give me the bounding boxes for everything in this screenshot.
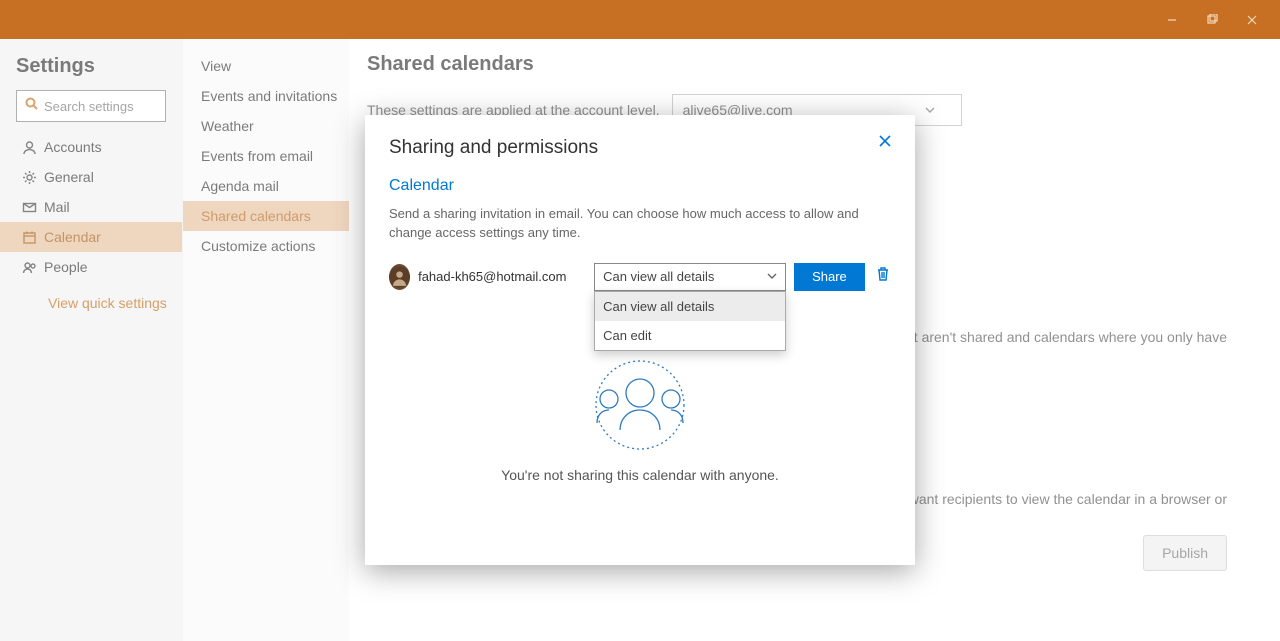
share-button[interactable]: Share <box>794 263 865 291</box>
trash-icon <box>876 266 890 287</box>
window-close-button[interactable] <box>1232 4 1272 36</box>
permission-option-view-all[interactable]: Can view all details <box>595 292 785 321</box>
permission-dropdown-menu: Can view all details Can edit <box>594 291 786 351</box>
permission-option-can-edit[interactable]: Can edit <box>595 321 785 350</box>
chevron-down-icon <box>767 269 777 284</box>
people-illustration <box>585 355 695 455</box>
window-titlebar <box>0 0 1280 39</box>
close-icon <box>878 134 892 153</box>
remove-share-button[interactable] <box>875 267 891 287</box>
calendar-name: Calendar <box>389 177 891 195</box>
window-minimize-button[interactable] <box>1152 4 1192 36</box>
empty-state-text: You're not sharing this calendar with an… <box>389 467 891 483</box>
dialog-close-button[interactable] <box>875 133 895 153</box>
sharing-permissions-dialog: Sharing and permissions Calendar Send a … <box>365 115 915 565</box>
window-maximize-button[interactable] <box>1192 4 1232 36</box>
dialog-description: Send a sharing invitation in email. You … <box>389 205 889 243</box>
share-user-email: fahad-kh65@hotmail.com <box>418 269 586 284</box>
dialog-title: Sharing and permissions <box>389 137 891 159</box>
share-user-avatar <box>389 264 410 290</box>
permission-dropdown[interactable]: Can view all details <box>594 263 786 291</box>
